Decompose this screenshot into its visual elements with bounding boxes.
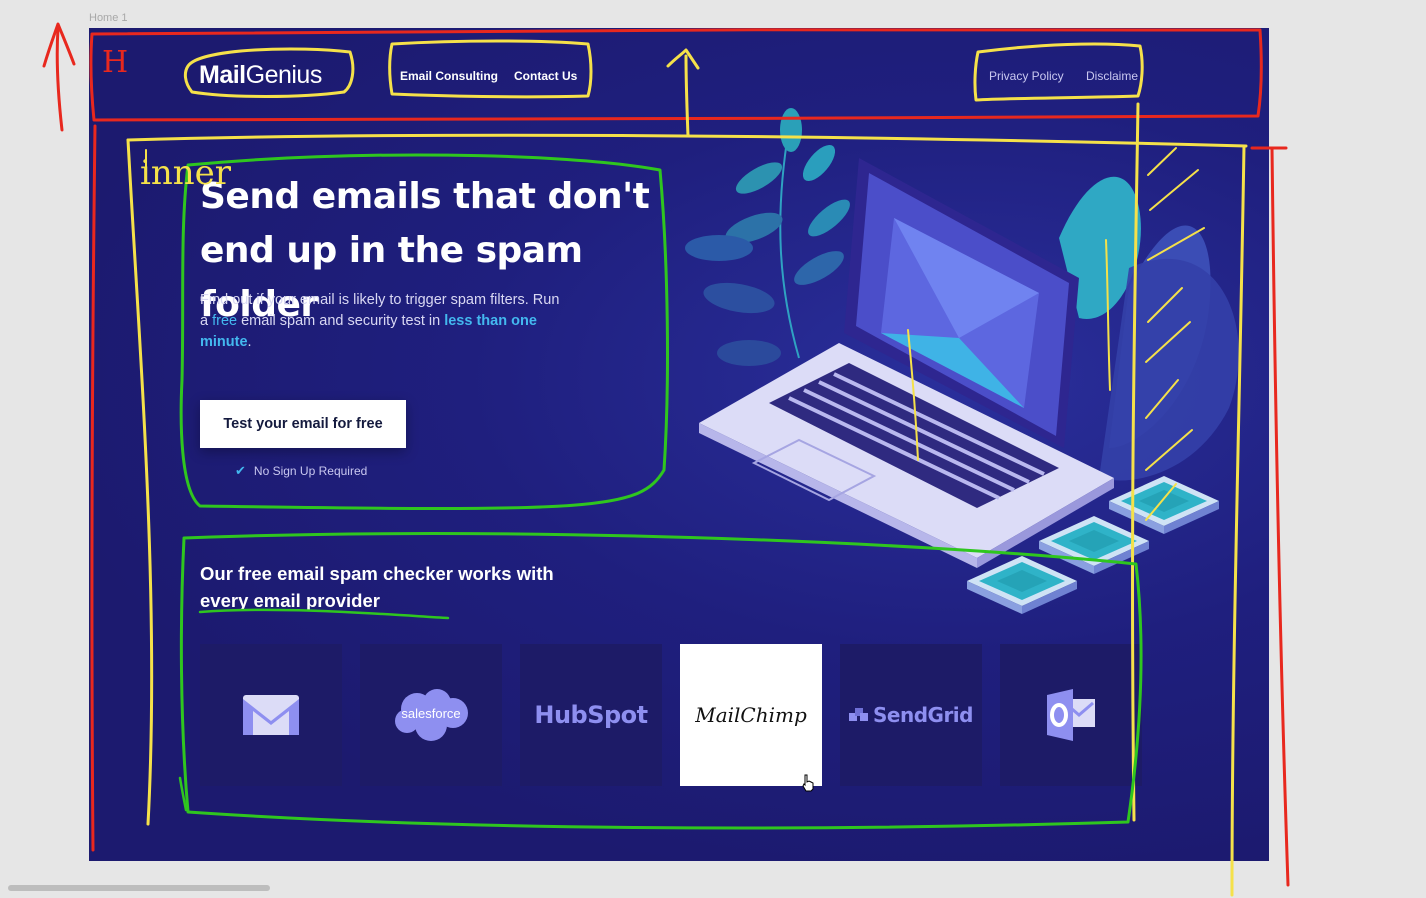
provider-tile-hubspot[interactable]: HubSpot	[520, 644, 662, 786]
nav-email-consulting[interactable]: Email Consulting	[400, 69, 498, 83]
mailchimp-logo: MailChimp	[695, 703, 807, 727]
hero-subtitle: Find out if your email is likely to trig…	[200, 290, 560, 353]
hero-section: MailGenius Email Consulting Contact Us P…	[89, 28, 1269, 861]
salesforce-icon: salesforce	[395, 689, 468, 741]
no-signup-note: ✔ No Sign Up Required	[235, 463, 367, 479]
provider-tile-outlook[interactable]	[1000, 644, 1142, 786]
provider-tile-salesforce[interactable]: salesforce	[360, 644, 502, 786]
logo[interactable]: MailGenius	[199, 61, 322, 90]
leaf-right	[1059, 176, 1239, 481]
subtitle-free: free	[212, 313, 238, 329]
horizontal-scrollbar[interactable]	[8, 885, 270, 891]
frame-label: Home 1	[89, 12, 128, 24]
providers-title: Our free email spam checker works with e…	[200, 563, 554, 611]
subtitle-text-2: email spam and security test in	[237, 313, 445, 329]
nav-contact-us[interactable]: Contact Us	[514, 69, 577, 83]
checkmark-icon: ✔	[235, 463, 246, 478]
salesforce-label: salesforce	[401, 706, 460, 721]
sendgrid-logo: SendGrid	[873, 703, 973, 727]
sendgrid-icon	[849, 705, 869, 725]
leaf-branch-left	[685, 108, 850, 366]
subtitle-end: .	[247, 334, 252, 350]
test-email-button[interactable]: Test your email for free	[200, 400, 406, 448]
provider-tile-gmail[interactable]	[200, 644, 342, 786]
gmail-icon	[243, 695, 299, 735]
logo-bold-text: Mail	[199, 61, 246, 89]
outlook-icon	[1047, 689, 1095, 741]
provider-tile-mailchimp[interactable]: MailChimp	[680, 644, 822, 786]
logo-light-text: Genius	[245, 61, 323, 89]
hubspot-logo: HubSpot	[534, 701, 648, 729]
no-signup-text: No Sign Up Required	[253, 464, 368, 478]
provider-tile-sendgrid[interactable]: SendGrid	[840, 644, 982, 786]
laptop-illustration	[685, 108, 1239, 614]
cursor-hand-icon	[802, 774, 814, 792]
